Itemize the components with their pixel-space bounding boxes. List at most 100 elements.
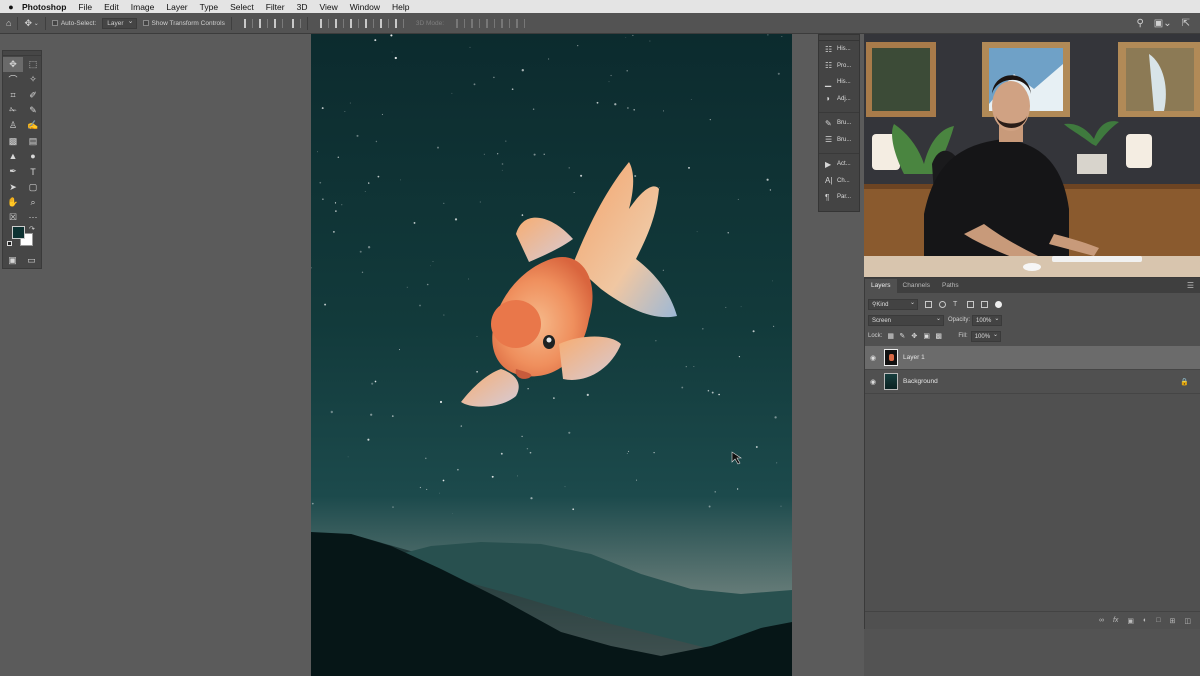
3d-drag-icon[interactable] — [486, 18, 496, 28]
foreground-color[interactable] — [12, 226, 25, 240]
search-icon[interactable]: ⚲ — [1136, 18, 1143, 29]
panel-strip-item-adjustments[interactable]: ◑ Adj... — [819, 91, 859, 108]
trash-icon[interactable]: ◫ — [1184, 617, 1191, 625]
align-middle-icon[interactable] — [334, 18, 344, 28]
filter-adjustment-icon[interactable] — [939, 300, 946, 308]
layer-row-background[interactable]: ◉ Background 🔒 — [865, 370, 1200, 394]
align-left-icon[interactable] — [243, 18, 253, 28]
align-right-icon[interactable] — [273, 18, 283, 28]
adjustment-layer-icon[interactable]: ◐ — [1143, 617, 1147, 624]
panel-strip-item-history[interactable]: ☷ His... — [819, 41, 859, 58]
3d-scale-icon[interactable] — [516, 18, 526, 28]
workspace-icon[interactable]: ▣⌄ — [1154, 18, 1172, 29]
filter-kind-dropdown[interactable]: ⚲Kind — [868, 298, 918, 310]
panel-strip-item-character[interactable]: A| Ch... — [819, 173, 859, 190]
panel-strip-item-paragraph[interactable]: ¶ Par... — [819, 189, 859, 206]
rectangle-tool-icon[interactable]: ▢ — [23, 179, 43, 194]
fx-icon[interactable]: fx — [1113, 617, 1118, 624]
default-colors-icon[interactable] — [7, 241, 12, 247]
swap-colors-icon[interactable]: ↷ — [29, 225, 35, 233]
clone-stamp-tool-icon[interactable]: ♙ — [3, 118, 23, 133]
filter-smart-object-icon[interactable] — [981, 300, 988, 308]
align-bottom-icon[interactable] — [349, 18, 359, 28]
tab-layers[interactable]: Layers — [865, 279, 897, 293]
home-button[interactable]: ⌂ — [6, 13, 11, 33]
blend-mode-dropdown[interactable]: Screen — [868, 314, 944, 326]
auto-select-checkbox[interactable]: Auto-Select: — [51, 13, 96, 33]
panel-strip-item-properties[interactable]: ☷ Pro... — [819, 58, 859, 75]
filter-toggle-icon[interactable] — [995, 300, 1002, 308]
distribute-horizontal-icon[interactable] — [379, 18, 389, 28]
new-layer-icon[interactable]: ⊞ — [1170, 617, 1176, 625]
group-icon[interactable]: □ — [1156, 617, 1160, 624]
lock-all-icon[interactable]: ▩ — [935, 333, 942, 340]
show-transform-checkbox[interactable]: Show Transform Controls — [142, 13, 225, 33]
opacity-input[interactable]: 100% — [972, 314, 1003, 326]
document-canvas[interactable] — [311, 34, 792, 676]
share-icon[interactable]: ⇱ — [1182, 18, 1190, 29]
menu-type[interactable]: Type — [200, 2, 218, 12]
menu-filter[interactable]: Filter — [266, 2, 285, 12]
menu-edit[interactable]: Edit — [104, 2, 119, 12]
layer-lock-icon[interactable]: 🔒 — [1180, 378, 1189, 386]
blur-tool-icon[interactable]: ▲ — [3, 149, 23, 164]
tab-channels[interactable]: Channels — [897, 279, 936, 293]
crop-tool-icon[interactable]: ⌗ — [3, 88, 23, 103]
zoom-tool-icon[interactable]: ⌕ — [23, 195, 43, 210]
brush-tool-icon[interactable]: ✎ — [23, 103, 43, 118]
filter-type-icon[interactable]: T — [953, 301, 960, 308]
move-tool-icon[interactable]: ✥ — [3, 57, 23, 73]
panel-strip-item-brush[interactable]: ✎ Bru... — [819, 115, 859, 132]
menu-3d[interactable]: 3D — [297, 2, 308, 12]
filter-pixel-icon[interactable] — [925, 300, 932, 308]
lock-transparent-icon[interactable]: ▦ — [887, 333, 894, 340]
layer-row-layer-1[interactable]: ◉ Layer 1 — [865, 346, 1200, 370]
eyedropper-tool-icon[interactable]: ✐ — [23, 88, 43, 103]
magic-wand-tool-icon[interactable]: ✧ — [23, 72, 43, 87]
background-visibility-eye-icon[interactable]: ◉ — [865, 378, 881, 386]
3d-roll-icon[interactable] — [471, 18, 481, 28]
lock-position-icon[interactable]: ✥ — [911, 333, 918, 340]
link-layers-icon[interactable]: ∞ — [1099, 617, 1104, 624]
panel-strip-item-actions[interactable]: ▶ Act... — [819, 156, 859, 173]
auto-select-dropdown[interactable]: Layer — [102, 17, 137, 29]
menu-window[interactable]: Window — [350, 2, 380, 12]
align-extra-icon[interactable] — [394, 18, 404, 28]
lock-image-icon[interactable]: ✎ — [899, 333, 906, 340]
menu-image[interactable]: Image — [131, 2, 155, 12]
quick-mask-icon[interactable]: ▣ — [8, 255, 17, 266]
hand-tool-icon[interactable]: ✋ — [3, 195, 23, 210]
3d-slide-icon[interactable] — [501, 18, 511, 28]
layer-visibility-eye-icon[interactable]: ◉ — [865, 354, 881, 362]
panel-strip-item-brush-settings[interactable]: ☰ Bru... — [819, 132, 859, 149]
apple-logo-icon[interactable]: ● — [0, 2, 22, 12]
menu-file[interactable]: File — [78, 2, 92, 12]
align-center-icon[interactable] — [258, 18, 268, 28]
distribute-icon[interactable] — [291, 18, 301, 28]
panel-strip-item-histogram[interactable]: ▁ His... — [819, 74, 859, 91]
screen-mode-icon[interactable]: ▭ — [27, 255, 36, 266]
menu-layer[interactable]: Layer — [166, 2, 187, 12]
menu-select[interactable]: Select — [230, 2, 254, 12]
history-brush-tool-icon[interactable]: ✍ — [23, 118, 43, 133]
move-tool-preset[interactable]: ✥ ⌄ — [24, 13, 38, 33]
more-tools-icon[interactable]: ⋯ — [23, 210, 43, 225]
distribute-vertical-icon[interactable] — [364, 18, 374, 28]
menu-help[interactable]: Help — [392, 2, 409, 12]
filter-shape-icon[interactable] — [967, 300, 974, 308]
healing-brush-tool-icon[interactable]: ✁ — [3, 103, 23, 118]
align-top-icon[interactable] — [319, 18, 329, 28]
gradient-tool-icon[interactable]: ▤ — [23, 133, 43, 148]
path-selection-tool-icon[interactable]: ➤ — [3, 179, 23, 194]
menu-view[interactable]: View — [319, 2, 337, 12]
3d-rotate-icon[interactable] — [456, 18, 466, 28]
mask-icon[interactable]: ▣ — [1127, 617, 1134, 625]
pen-tool-icon[interactable]: ✒ — [3, 164, 23, 179]
lock-artboard-icon[interactable]: ▣ — [923, 333, 930, 340]
marquee-tool-icon[interactable]: ⬚ — [23, 57, 43, 72]
tab-paths[interactable]: Paths — [936, 279, 965, 293]
frame-tool-icon[interactable]: ☒ — [3, 210, 23, 225]
fill-input[interactable]: 100% — [970, 330, 1002, 342]
type-tool-icon[interactable]: T — [23, 164, 43, 179]
panel-menu-icon[interactable]: ☰ — [1187, 281, 1194, 290]
